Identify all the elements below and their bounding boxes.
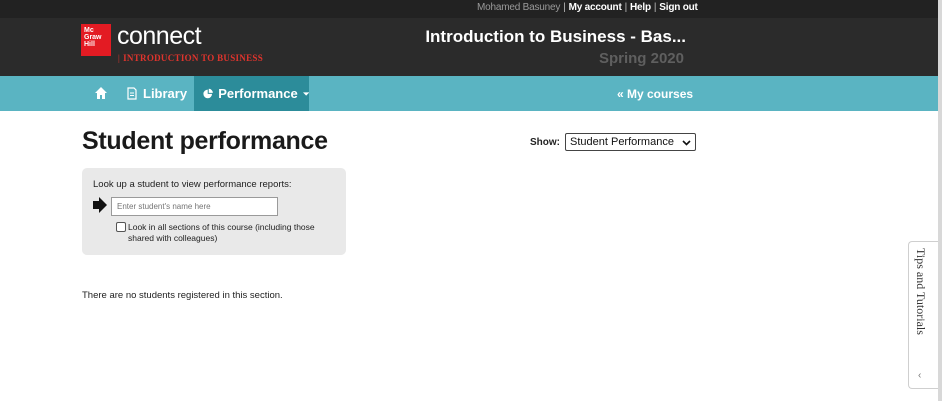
nav-library-label: Library <box>143 86 188 101</box>
my-courses-link[interactable]: « My courses <box>617 76 693 111</box>
logo-subtitle: | INTRODUCTION TO BUSINESS <box>118 53 264 63</box>
nav-performance-label: Performance <box>218 86 298 101</box>
scrollbar[interactable] <box>938 0 942 401</box>
nav-performance[interactable]: Performance <box>194 76 309 111</box>
chevron-down-icon <box>682 139 691 146</box>
arrow-right-icon <box>93 197 107 213</box>
pie-chart-icon <box>203 88 213 99</box>
show-select-value: Student Performance <box>570 136 674 148</box>
page-title: Student performance <box>82 127 328 155</box>
course-title: Introduction to Business - Bas... <box>425 27 686 46</box>
account-strip <box>0 0 942 18</box>
connect-logo[interactable]: connect <box>117 22 202 51</box>
tips-label: Tips and Tutorials <box>914 248 928 335</box>
top-header: Mohamed Basuney | My account | Help | Sign out… <box>0 0 942 76</box>
show-label: Show: <box>530 137 560 148</box>
student-lookup-panel: Look up a student to view performance re… <box>82 168 346 255</box>
home-icon[interactable] <box>94 85 108 101</box>
my-account-link[interactable]: My account <box>569 2 622 13</box>
sign-out-link[interactable]: Sign out <box>659 2 698 13</box>
empty-message: There are no students registered in this… <box>82 290 283 301</box>
show-select[interactable]: Student Performance <box>565 133 696 151</box>
all-sections-checkbox-label: Look in all sections of this course (inc… <box>128 222 315 243</box>
main-nav: Library Performance « My courses <box>0 76 942 111</box>
student-search-input[interactable] <box>111 197 278 216</box>
lookup-label: Look up a student to view performance re… <box>93 179 292 190</box>
caret-down-icon <box>302 91 309 96</box>
library-icon <box>127 87 137 100</box>
all-sections-checkbox[interactable] <box>116 222 126 232</box>
tips-and-tutorials-tab[interactable]: Tips and Tutorials ‹ <box>908 241 938 389</box>
user-name: Mohamed Basuney <box>477 2 561 13</box>
user-links: Mohamed Basuney | My account | Help | Sign out <box>477 2 698 13</box>
course-term: Spring 2020 <box>598 50 684 67</box>
nav-library[interactable]: Library <box>127 76 187 111</box>
mcgraw-hill-logo: Mc Graw Hill <box>81 24 111 56</box>
help-link[interactable]: Help <box>630 2 651 13</box>
chevron-left-icon: ‹ <box>918 370 922 381</box>
